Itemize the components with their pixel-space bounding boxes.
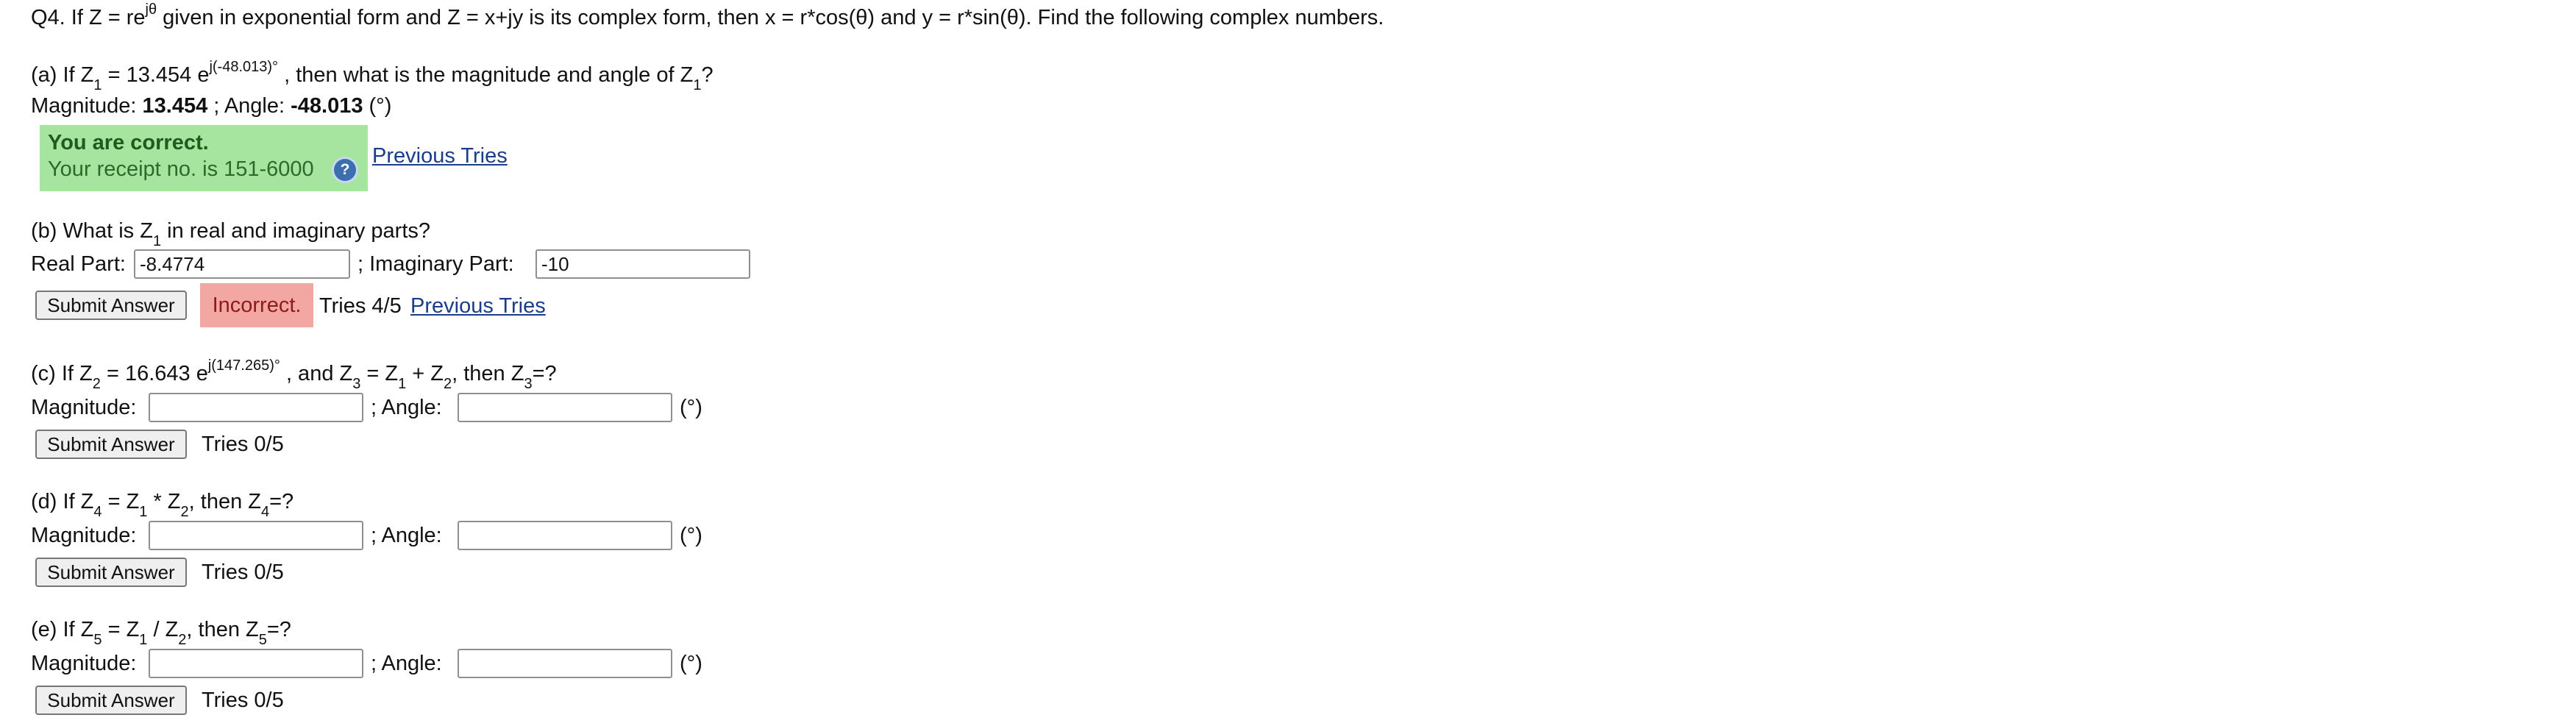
part-a-text: (a) If Z [31, 63, 94, 87]
intro-text: Q4. If Z = re [31, 6, 146, 29]
subscript: 3 [352, 375, 361, 392]
imaginary-part-input[interactable] [536, 249, 750, 279]
subscript: 1 [93, 76, 102, 93]
part-c-degree-unit: (°) [680, 396, 702, 419]
subscript: 5 [93, 631, 102, 648]
part-e-text: (e) If Z [31, 618, 94, 641]
subscript: 1 [139, 503, 148, 520]
part-b-previous-tries-link[interactable]: Previous Tries [410, 293, 546, 319]
subscript: 1 [693, 76, 702, 93]
real-part-input[interactable] [134, 249, 350, 279]
question-intro: Q4. If Z = rejθ given in exponential for… [31, 1, 1384, 31]
subscript: 2 [180, 503, 189, 520]
part-a-question: (a) If Z1 = 13.454 ej(-48.013)° , then w… [31, 59, 714, 92]
part-e-angle-input[interactable] [458, 649, 672, 678]
part-c-question: (c) If Z2 = 16.643 ej(147.265)° , and Z3… [31, 357, 557, 391]
intro-superscript: jθ [145, 1, 157, 18]
superscript: j(-48.013)° [209, 59, 279, 76]
part-e-text: / Z [147, 618, 179, 641]
receipt-text: Your receipt no. is 151-6000 [48, 157, 314, 181]
part-e-tries: Tries 0/5 [202, 688, 284, 712]
subscript: 5 [258, 631, 267, 648]
part-a-text: , then what is the magnitude and angle o… [278, 63, 694, 87]
part-b-tries: Tries 4/5 [319, 294, 402, 318]
part-d-angle-input[interactable] [458, 521, 672, 550]
help-icon[interactable]: ? [334, 159, 356, 181]
part-c-angle-label: ; Angle: [371, 396, 442, 419]
real-part-label: Real Part: [31, 252, 126, 276]
part-e-magnitude-input[interactable] [149, 649, 363, 678]
subscript: 2 [92, 375, 101, 392]
part-c-text: , then Z [452, 362, 524, 385]
part-d-submit-button[interactable]: Submit Answer [35, 558, 187, 587]
imaginary-part-label: ; Imaginary Part: [357, 252, 514, 276]
part-c-text: =? [532, 362, 557, 385]
part-c-text: , and Z [280, 362, 353, 385]
subscript: 1 [152, 232, 162, 249]
part-d-text: =? [269, 490, 294, 513]
part-e-magnitude-label: Magnitude: [31, 652, 137, 675]
part-e-question: (e) If Z5 = Z1 / Z2, then Z5=? [31, 616, 291, 647]
part-e-degree-unit: (°) [680, 652, 702, 675]
part-c-magnitude-label: Magnitude: [31, 396, 137, 419]
part-b-submit-button[interactable]: Submit Answer [35, 291, 187, 320]
part-c-tries: Tries 0/5 [202, 433, 284, 456]
part-c-angle-input[interactable] [458, 393, 672, 422]
part-c-text: = Z [360, 362, 399, 385]
part-d-magnitude-label: Magnitude: [31, 524, 137, 547]
part-d-tries: Tries 0/5 [202, 560, 284, 584]
subscript: 2 [444, 375, 452, 392]
part-d-text: * Z [147, 490, 181, 513]
subscript: 1 [139, 631, 148, 648]
part-d-magnitude-input[interactable] [149, 521, 363, 550]
part-c-text: (c) If Z [31, 362, 93, 385]
correct-title: You are correct. [48, 131, 209, 154]
part-d-angle-label: ; Angle: [371, 524, 442, 547]
magnitude-value: 13.454 [142, 94, 208, 118]
angle-value: -48.013 [291, 94, 363, 118]
subscript: 3 [524, 375, 533, 392]
part-d-question: (d) If Z4 = Z1 * Z2, then Z4=? [31, 488, 294, 519]
part-d-text: = Z [102, 490, 140, 513]
magnitude-label: Magnitude: [31, 94, 143, 118]
part-a-text: = 13.454 e [102, 63, 210, 87]
subscript: 4 [260, 503, 270, 520]
part-d-text: , then Z [188, 490, 261, 513]
part-e-text: = Z [102, 618, 140, 641]
part-d-text: (d) If Z [31, 490, 94, 513]
part-c-text: + Z [406, 362, 444, 385]
subscript: 4 [93, 503, 102, 520]
incorrect-status-badge: Incorrect. [200, 283, 313, 327]
part-e-angle-label: ; Angle: [371, 652, 442, 675]
angle-label: ; Angle: [207, 94, 291, 118]
part-b-text: (b) What is Z [31, 219, 153, 243]
intro-text-rest: given in exponential form and Z = x+jy i… [157, 6, 1384, 29]
part-c-submit-button[interactable]: Submit Answer [35, 430, 187, 459]
part-c-magnitude-input[interactable] [149, 393, 363, 422]
part-b-text: in real and imaginary parts? [161, 219, 431, 243]
part-a-previous-tries-link[interactable]: Previous Tries [372, 143, 508, 169]
part-e-text: =? [266, 618, 291, 641]
part-a-text: ? [701, 63, 714, 87]
superscript: j(147.265)° [207, 357, 280, 374]
part-e-text: , then Z [186, 618, 259, 641]
subscript: 2 [178, 631, 187, 648]
correct-feedback-box: You are correct. Your receipt no. is 151… [40, 125, 368, 191]
subscript: 1 [398, 375, 407, 392]
part-c-text: = 16.643 e [100, 362, 208, 385]
degree-unit: (°) [363, 94, 392, 118]
part-b-question: (b) What is Z1 in real and imaginary par… [31, 218, 431, 249]
part-e-submit-button[interactable]: Submit Answer [35, 686, 187, 715]
part-d-degree-unit: (°) [680, 524, 702, 547]
part-a-answer: Magnitude: 13.454 ; Angle: -48.013 (°) [31, 93, 391, 119]
